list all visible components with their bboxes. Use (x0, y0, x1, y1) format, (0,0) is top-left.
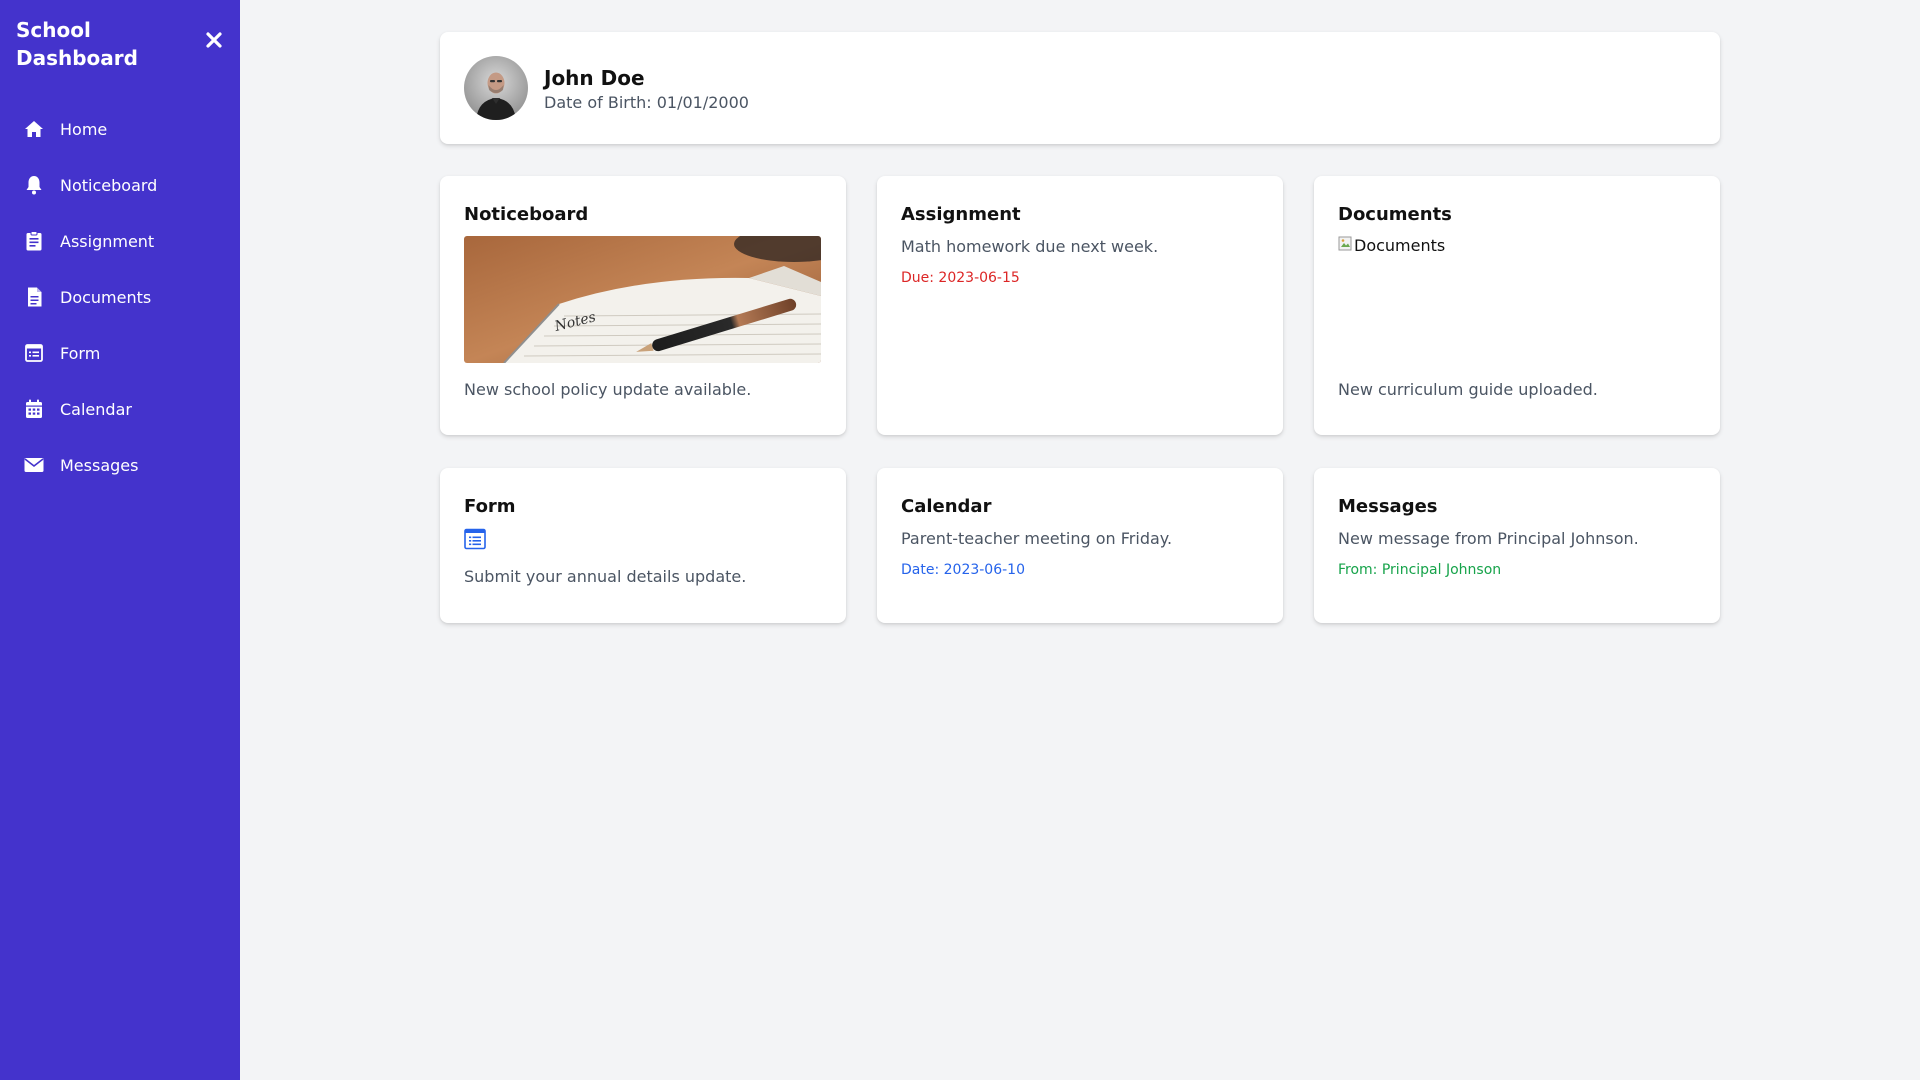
profile-card: John Doe Date of Birth: 01/01/2000 (440, 32, 1720, 144)
sidebar-item-form[interactable]: Form (0, 325, 240, 381)
card-text: Submit your annual details update. (464, 567, 747, 586)
broken-image: Documents (1338, 236, 1695, 363)
card-text: New school policy update available. (464, 380, 752, 399)
sidebar-item-label: Assignment (60, 231, 155, 251)
sidebar-item-assignment[interactable]: Assignment (0, 213, 240, 269)
bell-icon (24, 175, 44, 195)
messages-card[interactable]: Messages New message from Principal John… (1314, 468, 1720, 623)
calendar-card[interactable]: Calendar Parent-teacher meeting on Frida… (877, 468, 1283, 623)
broken-image-icon (1338, 236, 1354, 252)
profile-dob: Date of Birth: 01/01/2000 (544, 93, 749, 112)
document-icon (24, 287, 44, 307)
sidebar-item-label: Calendar (60, 399, 132, 419)
card-text: Math homework due next week. (901, 237, 1159, 256)
event-date: Date: 2023-06-10 (901, 562, 1025, 578)
sidebar-nav: Home Noticeboard Assignment Documents Fo… (0, 101, 240, 493)
sidebar-item-label: Messages (60, 455, 139, 475)
form-card[interactable]: Form Submit your annual details update. (440, 468, 846, 623)
sidebar-item-label: Form (60, 343, 101, 363)
clipboard-icon (24, 231, 44, 251)
sidebar-item-label: Documents (60, 287, 152, 307)
broken-image-alt: Documents (1354, 236, 1446, 255)
due-date: Due: 2023-06-15 (901, 270, 1020, 286)
sidebar-item-home[interactable]: Home (0, 101, 240, 157)
form-list-icon (464, 528, 486, 550)
documents-card[interactable]: Documents Documents New curriculum guide… (1314, 176, 1720, 435)
card-title: Messages (1338, 496, 1438, 517)
close-icon[interactable] (204, 30, 224, 50)
sidebar-title: School Dashboard (16, 18, 138, 70)
card-title: Documents (1338, 204, 1452, 225)
sidebar: School Dashboard Home Noticeboard Assign… (0, 0, 240, 1080)
form-icon (24, 343, 44, 363)
card-text: New curriculum guide uploaded. (1338, 380, 1598, 399)
message-sender: From: Principal Johnson (1338, 562, 1502, 578)
noticeboard-card[interactable]: Noticeboard Notes New school policy upda… (440, 176, 846, 435)
sidebar-item-messages[interactable]: Messages (0, 437, 240, 493)
sidebar-item-label: Home (60, 119, 108, 139)
card-text: New message from Principal Johnson. (1338, 529, 1639, 548)
sidebar-item-label: Noticeboard (60, 175, 158, 195)
sidebar-header: School Dashboard (16, 16, 224, 72)
home-icon (24, 119, 44, 139)
sidebar-item-documents[interactable]: Documents (0, 269, 240, 325)
card-text: Parent-teacher meeting on Friday. (901, 529, 1173, 548)
sidebar-item-calendar[interactable]: Calendar (0, 381, 240, 437)
calendar-icon (24, 399, 44, 419)
envelope-icon (24, 455, 44, 475)
card-title: Form (464, 496, 516, 517)
assignment-card[interactable]: Assignment Math homework due next week. … (877, 176, 1283, 435)
notebook-pen-image: Notes (464, 236, 821, 363)
profile-name: John Doe (544, 66, 645, 90)
card-title: Noticeboard (464, 204, 589, 225)
sidebar-item-noticeboard[interactable]: Noticeboard (0, 157, 240, 213)
avatar (464, 56, 528, 120)
card-title: Calendar (901, 496, 992, 517)
card-title: Assignment (901, 204, 1021, 225)
